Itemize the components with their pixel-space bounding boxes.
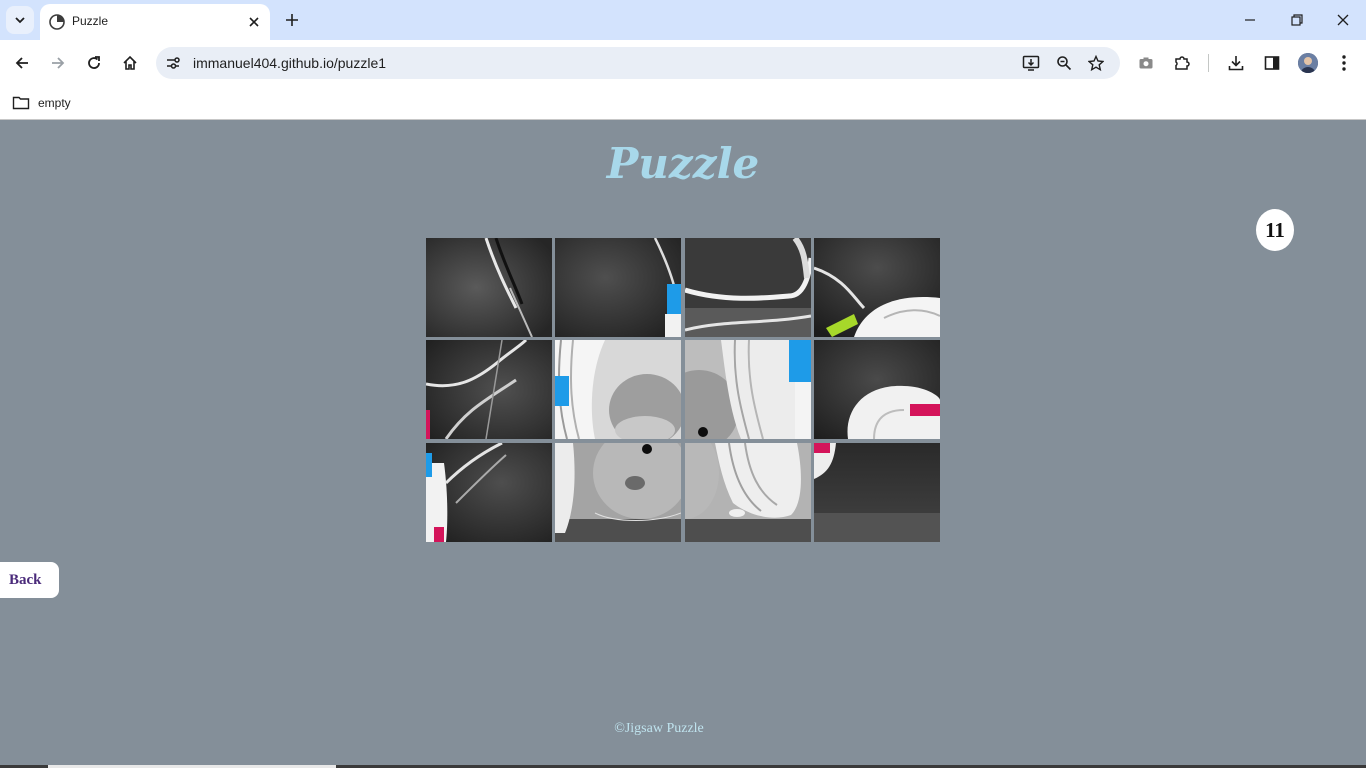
tile-image xyxy=(685,340,811,439)
tune-icon xyxy=(167,57,180,69)
tile-image xyxy=(555,340,681,439)
install-app-icon xyxy=(1022,55,1040,71)
bookmark-folder-empty[interactable]: empty xyxy=(12,93,71,113)
avatar-icon xyxy=(1298,53,1318,73)
folder-icon xyxy=(12,96,30,110)
address-bar[interactable]: immanuel404.github.io/puzzle1 xyxy=(156,47,1120,79)
tile-image xyxy=(685,238,811,337)
puzzle-tile-1[interactable] xyxy=(426,238,552,337)
puzzle-tile-9[interactable] xyxy=(426,443,552,542)
forward-nav-button[interactable] xyxy=(43,48,73,78)
bookmark-folder-label: empty xyxy=(38,96,71,110)
tile-image xyxy=(555,238,681,337)
puzzle-board xyxy=(426,238,940,542)
star-icon xyxy=(1088,55,1104,71)
tile-image xyxy=(426,238,552,337)
tile-image xyxy=(814,443,940,542)
tab-close-button[interactable] xyxy=(244,12,264,32)
close-icon xyxy=(1337,14,1349,26)
back-nav-button[interactable] xyxy=(7,48,37,78)
minimize-icon xyxy=(1245,19,1255,21)
zoom-button[interactable] xyxy=(1054,53,1074,73)
tile-image xyxy=(814,340,940,439)
new-tab-button[interactable] xyxy=(280,8,304,32)
tile-image xyxy=(555,443,681,542)
close-window-button[interactable] xyxy=(1323,6,1363,34)
bookmarks-bar: empty xyxy=(0,86,1366,120)
side-panel-icon xyxy=(1264,56,1280,70)
site-info-button[interactable] xyxy=(164,54,182,72)
active-tab[interactable]: Puzzle xyxy=(40,4,270,40)
toolbar-separator xyxy=(1208,54,1209,72)
extensions-button[interactable] xyxy=(1171,52,1193,74)
puzzle-tile-6[interactable] xyxy=(555,340,681,439)
reload-icon xyxy=(88,56,100,69)
tab-search-button[interactable] xyxy=(6,6,34,34)
puzzle-tile-3[interactable] xyxy=(685,238,811,337)
restore-button[interactable] xyxy=(1277,6,1317,34)
arrow-right-icon xyxy=(52,57,65,69)
home-icon xyxy=(123,55,137,70)
tile-image xyxy=(685,443,811,542)
puzzle-tile-4[interactable] xyxy=(814,238,940,337)
puzzle-tile-7[interactable] xyxy=(685,340,811,439)
puzzle-tile-5[interactable] xyxy=(426,340,552,439)
tile-image xyxy=(426,443,552,542)
zoom-icon xyxy=(1057,56,1072,71)
url-text: immanuel404.github.io/puzzle1 xyxy=(193,55,387,71)
download-icon xyxy=(1228,56,1244,71)
browser-menu-button[interactable] xyxy=(1333,52,1355,74)
camera-button[interactable] xyxy=(1135,52,1157,74)
puzzle-tile-10[interactable] xyxy=(555,443,681,542)
reload-button[interactable] xyxy=(79,48,109,78)
tab-title: Puzzle xyxy=(72,14,109,28)
puzzle-tile-11[interactable] xyxy=(685,443,811,542)
restore-icon xyxy=(1291,14,1303,26)
browser-toolbar: immanuel404.github.io/puzzle1 xyxy=(0,40,1366,86)
tab-strip: Puzzle xyxy=(0,0,1366,40)
move-counter: 11 xyxy=(1256,209,1294,251)
chevron-down-icon xyxy=(15,17,25,24)
profile-avatar[interactable] xyxy=(1298,53,1318,73)
install-app-button[interactable] xyxy=(1021,53,1041,73)
home-button[interactable] xyxy=(115,48,145,78)
plus-icon xyxy=(286,14,298,26)
puzzle-page: Puzzle 11 Back ©Jigsaw Puzzle xyxy=(0,121,1366,768)
puzzle-tile-12[interactable] xyxy=(814,443,940,542)
footer-copyright: ©Jigsaw Puzzle xyxy=(614,721,704,736)
kebab-menu-icon xyxy=(1342,55,1346,71)
side-panel-button[interactable] xyxy=(1261,52,1283,74)
bookmark-star-button[interactable] xyxy=(1086,53,1106,73)
puzzle-tile-8[interactable] xyxy=(814,340,940,439)
back-button[interactable]: Back xyxy=(0,562,59,598)
arrow-left-icon xyxy=(15,57,28,69)
tile-image xyxy=(426,340,552,439)
puzzle-favicon-icon xyxy=(49,14,65,30)
puzzle-piece-icon xyxy=(1175,56,1190,70)
puzzle-tile-2[interactable] xyxy=(555,238,681,337)
minimize-button[interactable] xyxy=(1230,6,1270,34)
camera-icon xyxy=(1139,57,1153,69)
tile-image xyxy=(814,238,940,337)
page-title: Puzzle xyxy=(606,139,760,188)
downloads-button[interactable] xyxy=(1225,52,1247,74)
close-icon xyxy=(249,17,259,27)
